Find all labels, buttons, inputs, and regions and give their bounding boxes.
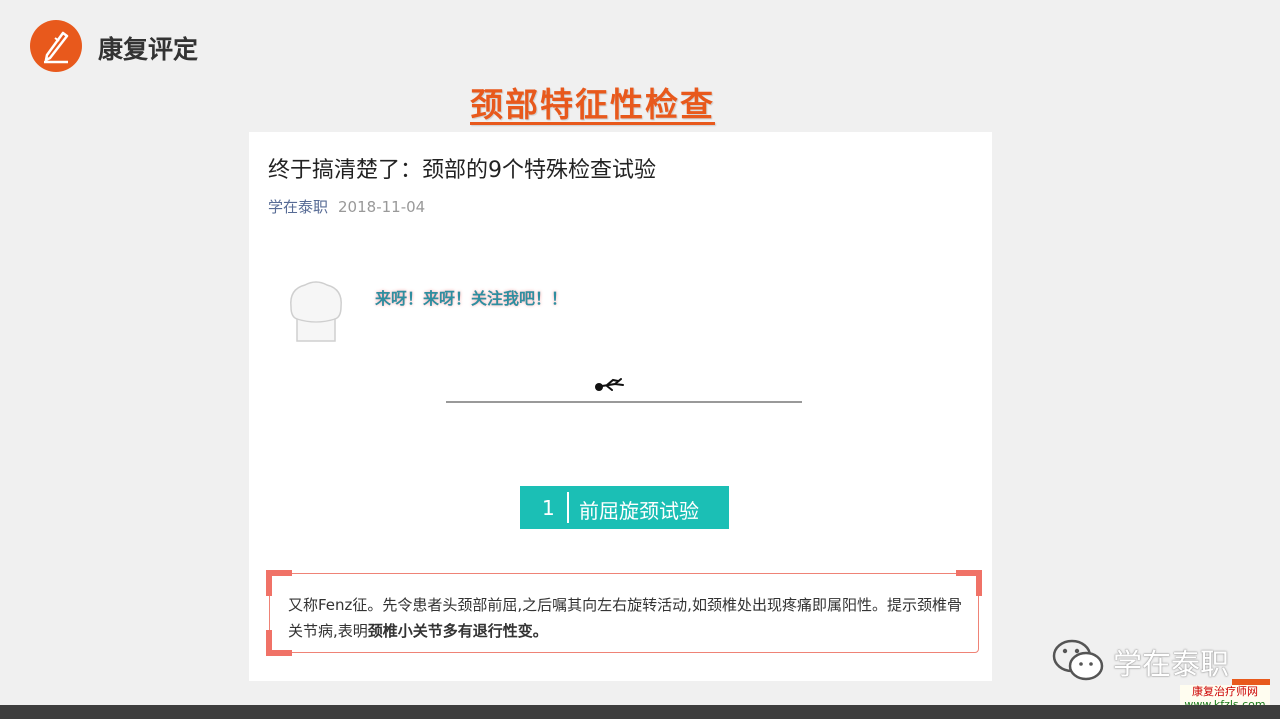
step-number: 1 xyxy=(542,496,555,520)
description-box: 又称Fenz征。先令患者头颈部前屈,之后嘱其向左右旋转活动,如颈椎处出现疼痛即属… xyxy=(266,570,982,656)
step-title: 前屈旋颈试验 xyxy=(579,499,699,523)
step-separator xyxy=(567,492,569,523)
wechat-account-name: 学在泰职 xyxy=(1113,647,1230,681)
mascot-avatar-icon xyxy=(290,281,342,342)
author-link[interactable]: 学在泰职 xyxy=(268,198,328,216)
pencil-icon xyxy=(44,31,69,64)
article-meta: 学在泰职 2018-11-04 xyxy=(268,196,425,217)
bottom-bar xyxy=(0,705,1280,719)
description-emphasis: 颈椎小关节多有退行性变。 xyxy=(367,622,548,640)
divider-line xyxy=(446,401,802,403)
description-text: 又称Fenz征。先令患者头颈部前屈,之后嘱其向左右旋转活动,如颈椎处出现疼痛即属… xyxy=(288,592,963,644)
article-card: 终于搞清楚了：颈部的9个特殊检查试验 学在泰职 2018-11-04 来呀！来呀！… xyxy=(249,132,992,681)
app-logo xyxy=(30,20,82,72)
decorative-divider xyxy=(446,375,802,405)
crawling-figure-icon xyxy=(595,378,624,391)
site-name: 康复治疗师网 xyxy=(1192,685,1258,698)
step-badge: 1 前屈旋颈试验 xyxy=(520,486,729,529)
article-title: 终于搞清楚了：颈部的9个特殊检查试验 xyxy=(268,158,656,183)
app-title: 康复评定 xyxy=(98,35,199,64)
wechat-icon xyxy=(1052,639,1104,681)
slide-title: 颈部特征性检查 xyxy=(470,85,715,124)
follow-prompt: 来呀！来呀！关注我吧！！ xyxy=(375,289,568,308)
publish-date: 2018-11-04 xyxy=(338,198,426,216)
